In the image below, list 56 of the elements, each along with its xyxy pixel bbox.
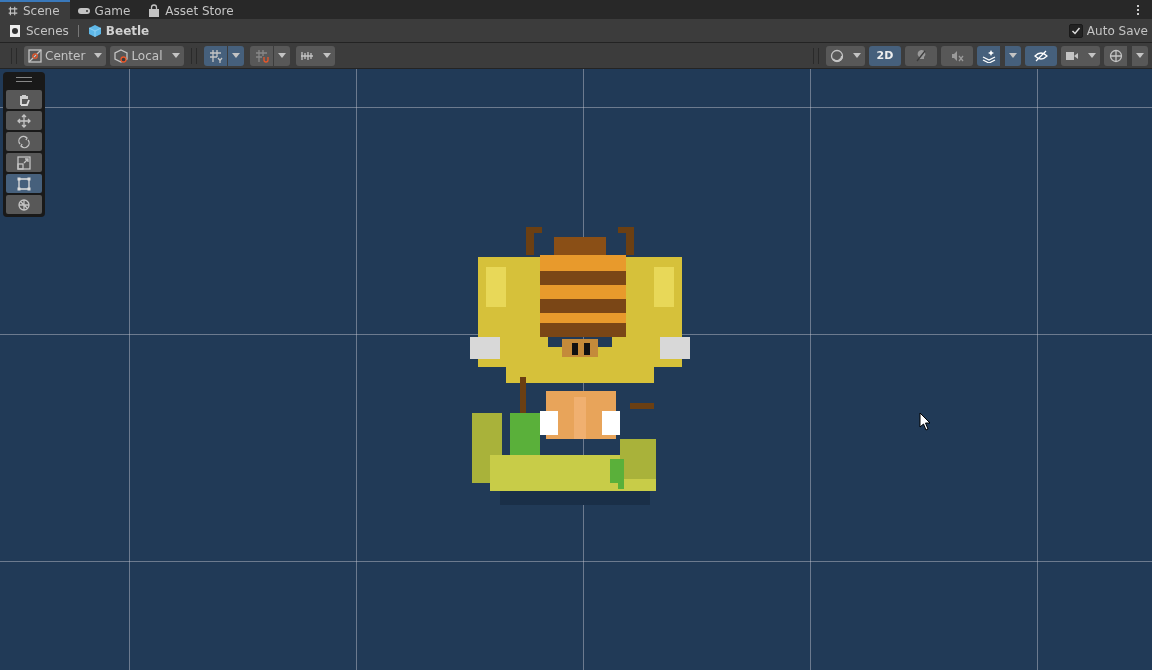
tab[interactable]: Asset Store bbox=[140, 0, 244, 19]
eye-slash-icon bbox=[1034, 48, 1048, 63]
breadcrumb-item[interactable]: Beetle bbox=[105, 23, 150, 38]
toolbar-toggle[interactable] bbox=[941, 45, 973, 66]
toolbar-dropdown[interactable] bbox=[203, 45, 227, 66]
scale-icon bbox=[17, 155, 31, 170]
layers-sparkle-icon bbox=[982, 48, 996, 63]
dropdown-arrow-button[interactable] bbox=[1004, 45, 1021, 66]
auto-save-label: Auto Save bbox=[1086, 23, 1148, 38]
lightbulb-icon bbox=[914, 48, 928, 63]
cube-icon bbox=[87, 23, 102, 38]
dropdown-button[interactable]: Center bbox=[24, 45, 107, 66]
sphere-icon bbox=[830, 48, 844, 63]
gizmo-sphere-icon bbox=[1109, 48, 1123, 63]
transform-gizmo-icon bbox=[17, 197, 31, 212]
rotate-arrows-icon bbox=[17, 134, 31, 149]
tool-button[interactable] bbox=[6, 195, 42, 214]
caret-icon bbox=[322, 53, 331, 58]
toolbar-dropdown[interactable] bbox=[826, 45, 865, 66]
toolbar-dropdown[interactable] bbox=[977, 45, 1000, 66]
tool-button[interactable] bbox=[6, 174, 42, 193]
toolbar-toggle[interactable] bbox=[1025, 45, 1057, 66]
caret-icon bbox=[171, 53, 180, 58]
caret-icon bbox=[277, 53, 286, 58]
toolbar-dropdown[interactable] bbox=[295, 45, 335, 66]
caret-icon bbox=[94, 53, 103, 58]
caret-icon bbox=[1088, 53, 1096, 58]
caret-icon bbox=[1136, 53, 1144, 58]
auto-save-checkbox[interactable] bbox=[1068, 23, 1083, 38]
tab[interactable]: Game bbox=[69, 0, 141, 19]
grid-magnet-icon bbox=[254, 48, 269, 63]
caret-icon bbox=[231, 53, 240, 58]
toolbar-toggle[interactable] bbox=[905, 45, 937, 66]
dropdown-button[interactable]: Local bbox=[110, 45, 184, 66]
cube-outline-icon bbox=[114, 48, 129, 63]
breadcrumb-item[interactable]: Scenes bbox=[26, 23, 69, 38]
toolbar-dropdown[interactable] bbox=[1104, 45, 1127, 66]
toolbar-dropdown[interactable] bbox=[1061, 45, 1100, 66]
move-arrows-icon bbox=[17, 113, 31, 128]
caret-icon bbox=[1009, 53, 1017, 58]
caret-icon bbox=[853, 53, 861, 58]
shopping-bag-icon bbox=[147, 3, 162, 18]
grid-snap-icon bbox=[208, 48, 223, 63]
pivot-icon bbox=[28, 48, 42, 63]
grid-icon bbox=[7, 4, 19, 17]
tool-button[interactable] bbox=[6, 153, 42, 172]
rect-tool-icon bbox=[17, 176, 31, 191]
tab[interactable]: Scene bbox=[0, 0, 70, 19]
tool-button[interactable] bbox=[6, 111, 42, 130]
toggle-button[interactable]: 2D bbox=[869, 45, 901, 66]
scene-file-icon bbox=[8, 23, 22, 38]
tool-button[interactable] bbox=[6, 132, 42, 151]
mouse-pointer-icon bbox=[919, 412, 931, 431]
tool-button[interactable] bbox=[6, 90, 42, 109]
scene-view[interactable] bbox=[0, 69, 1152, 670]
dropdown-arrow-button[interactable] bbox=[1131, 45, 1148, 66]
